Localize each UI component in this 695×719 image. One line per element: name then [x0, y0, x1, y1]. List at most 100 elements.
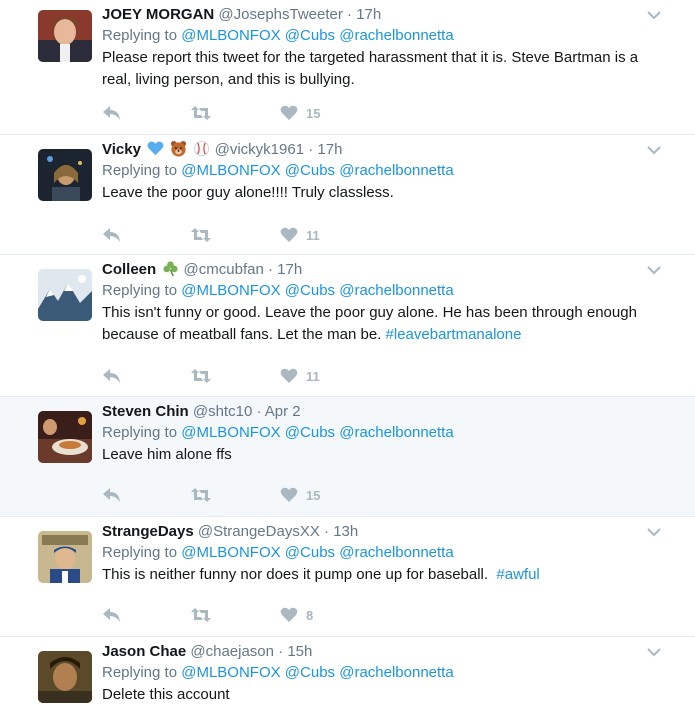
- chevron-down-icon[interactable]: [647, 647, 661, 657]
- reply-button[interactable]: [102, 605, 122, 625]
- reply-icon: [103, 608, 120, 622]
- timestamp[interactable]: 17h: [317, 141, 342, 158]
- author-handle[interactable]: @StrangeDaysXX: [198, 523, 320, 540]
- heart-icon: [280, 105, 298, 120]
- timestamp[interactable]: 17h: [277, 261, 302, 278]
- author-handle[interactable]: @cmcubfan: [184, 261, 264, 278]
- replying-to: Replying to @MLBONFOX @Cubs @rachelbonne…: [102, 280, 655, 302]
- mention-link[interactable]: @rachelbonnetta: [339, 162, 453, 179]
- tweet-actions: 11: [102, 225, 362, 245]
- reply-icon: [103, 106, 120, 120]
- like-button[interactable]: 8: [280, 605, 313, 625]
- reply-button[interactable]: [102, 225, 122, 245]
- replying-to: Replying to @MLBONFOX @Cubs @rachelbonne…: [102, 25, 655, 47]
- tweet-jason-chae[interactable]: Jason Chae @chaejason · 15h Replying to …: [0, 637, 695, 719]
- mention-link[interactable]: @Cubs: [285, 282, 335, 299]
- like-button[interactable]: 11: [280, 225, 320, 245]
- replying-label: Replying to: [102, 282, 178, 299]
- like-button[interactable]: 11: [280, 366, 320, 386]
- timestamp[interactable]: 17h: [356, 6, 381, 23]
- hashtag-link[interactable]: #awful: [496, 566, 539, 583]
- timestamp[interactable]: 15h: [287, 643, 312, 660]
- tweet-steven-chin[interactable]: Steven Chin @shtc10 · Apr 2 Replying to …: [0, 397, 695, 517]
- tweet-colleen[interactable]: Colleen @cmcubfan · 17h Replying to @MLB…: [0, 255, 695, 397]
- avatar[interactable]: [38, 149, 92, 201]
- author-handle[interactable]: @vickyk1961: [215, 141, 304, 158]
- mention-link[interactable]: @rachelbonnetta: [339, 424, 453, 441]
- avatar[interactable]: [38, 269, 92, 321]
- separator: ·: [324, 523, 330, 540]
- avatar[interactable]: [38, 411, 92, 463]
- mention-link[interactable]: @MLBONFOX: [181, 424, 280, 441]
- timestamp[interactable]: Apr 2: [265, 403, 301, 420]
- author-name[interactable]: Jason Chae: [102, 643, 186, 660]
- tweet-text: Delete this account: [102, 684, 655, 706]
- replying-to: Replying to @MLBONFOX @Cubs @rachelbonne…: [102, 542, 655, 564]
- tweet-body: This isn't funny or good. Leave the poor…: [102, 304, 637, 343]
- mention-link[interactable]: @MLBONFOX: [181, 664, 280, 681]
- mention-link[interactable]: @MLBONFOX: [181, 282, 280, 299]
- avatar[interactable]: [38, 531, 92, 583]
- mention-link[interactable]: @rachelbonnetta: [339, 544, 453, 561]
- retweet-button[interactable]: [190, 605, 212, 625]
- retweet-icon: [191, 488, 211, 502]
- retweet-button[interactable]: [190, 225, 212, 245]
- mention-link[interactable]: @Cubs: [285, 424, 335, 441]
- replying-label: Replying to: [102, 27, 178, 44]
- hashtag-link[interactable]: #leavebartmanalone: [386, 326, 522, 343]
- replying-to: Replying to @MLBONFOX @Cubs @rachelbonne…: [102, 662, 655, 684]
- chevron-down-icon[interactable]: [647, 527, 661, 537]
- timestamp[interactable]: 13h: [333, 523, 358, 540]
- mention-link[interactable]: @Cubs: [285, 544, 335, 561]
- chevron-down-icon[interactable]: [647, 10, 661, 20]
- tweet-vicky[interactable]: Vicky @vickyk1961 · 17h Replying to @MLB…: [0, 135, 695, 255]
- author-name[interactable]: Vicky: [102, 141, 141, 158]
- retweet-button[interactable]: [190, 485, 212, 505]
- mention-link[interactable]: @Cubs: [285, 162, 335, 179]
- like-count: 11: [306, 368, 320, 384]
- mention-link[interactable]: @rachelbonnetta: [339, 664, 453, 681]
- like-button[interactable]: 15: [280, 485, 320, 505]
- baseball-icon: [194, 140, 210, 157]
- separator: ·: [256, 403, 262, 420]
- mention-link[interactable]: @MLBONFOX: [181, 162, 280, 179]
- avatar[interactable]: [38, 651, 92, 703]
- avatar[interactable]: [38, 10, 92, 62]
- mention-link[interactable]: @Cubs: [285, 27, 335, 44]
- mention-link[interactable]: @rachelbonnetta: [339, 282, 453, 299]
- like-count: 8: [306, 607, 314, 623]
- author-name[interactable]: Steven Chin: [102, 403, 189, 420]
- separator: ·: [308, 141, 314, 158]
- tweet-joey-morgan[interactable]: JOEY MORGAN @JosephsTweeter · 17h Replyi…: [0, 0, 695, 135]
- author-name[interactable]: StrangeDays: [102, 523, 194, 540]
- tweet-text: This is neither funny nor does it pump o…: [102, 564, 655, 586]
- mention-link[interactable]: @rachelbonnetta: [339, 27, 453, 44]
- author-handle[interactable]: @chaejason: [190, 643, 274, 660]
- replying-label: Replying to: [102, 544, 178, 561]
- separator: ·: [278, 643, 284, 660]
- heart-icon: [280, 607, 298, 622]
- author-name[interactable]: Colleen: [102, 261, 156, 278]
- author-name[interactable]: JOEY MORGAN: [102, 6, 214, 23]
- tweet-text: Leave him alone ffs: [102, 444, 655, 466]
- chevron-down-icon[interactable]: [647, 265, 661, 275]
- author-handle[interactable]: @shtc10: [193, 403, 252, 420]
- like-button[interactable]: 15: [280, 103, 320, 123]
- mention-link[interactable]: @MLBONFOX: [181, 544, 280, 561]
- like-count: 11: [306, 227, 320, 243]
- tweet-actions: 11: [102, 366, 362, 386]
- tweet-strangedays[interactable]: StrangeDays @StrangeDaysXX · 13h Replyin…: [0, 517, 695, 637]
- reply-button[interactable]: [102, 366, 122, 386]
- shamrock-icon: [163, 261, 178, 277]
- tweet-actions: 15: [102, 103, 362, 123]
- chevron-down-icon[interactable]: [647, 145, 661, 155]
- mention-link[interactable]: @Cubs: [285, 664, 335, 681]
- reply-button[interactable]: [102, 485, 122, 505]
- author-handle[interactable]: @JosephsTweeter: [218, 6, 342, 23]
- heart-icon: [280, 487, 298, 502]
- separator: ·: [267, 261, 273, 278]
- mention-link[interactable]: @MLBONFOX: [181, 27, 280, 44]
- retweet-button[interactable]: [190, 366, 212, 386]
- retweet-button[interactable]: [190, 103, 212, 123]
- reply-button[interactable]: [102, 103, 122, 123]
